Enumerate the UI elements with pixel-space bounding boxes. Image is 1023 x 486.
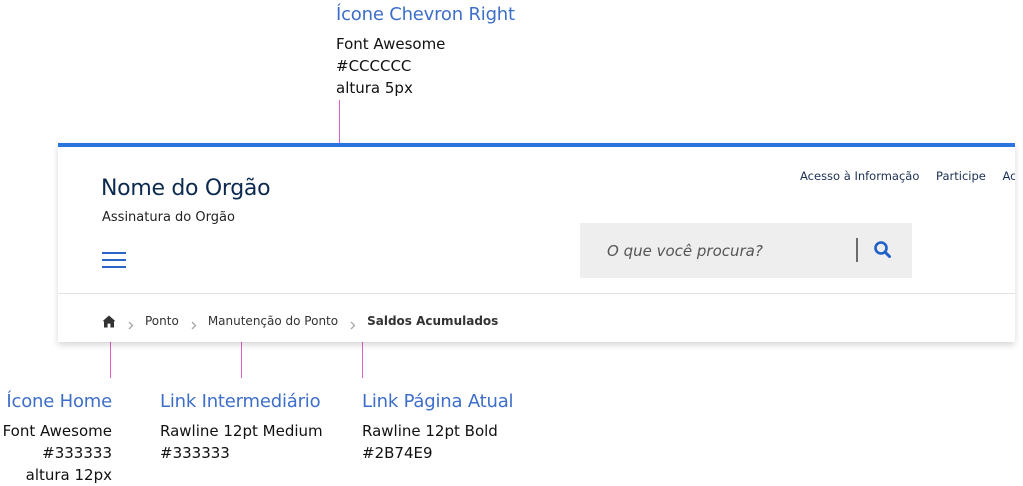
home-icon[interactable] — [102, 315, 116, 328]
annotation-line: #2B74E9 — [362, 444, 433, 462]
annotation-line: #333333 — [160, 444, 230, 462]
annotation-current-link: Link Página Atual Rawline 12pt Bold #2B7… — [362, 391, 514, 464]
annotation-line: Rawline 12pt Medium — [160, 422, 323, 440]
search-separator — [856, 238, 858, 262]
annotation-line: Font Awesome — [336, 35, 446, 53]
breadcrumb-current-page: Saldos Acumulados — [367, 314, 499, 328]
top-link-acesso[interactable]: Acesso à Informação — [800, 169, 919, 183]
org-signature: Assinatura do Orgão — [102, 210, 235, 225]
annotation-line: altura 5px — [336, 79, 413, 97]
annotation-line: Font Awesome — [2, 422, 112, 440]
annotation-line: #333333 — [42, 444, 112, 462]
header-divider — [58, 293, 1015, 294]
chevron-right-icon — [350, 317, 356, 329]
annotation-title: Link Página Atual — [362, 391, 514, 412]
annotation-home: Ícone Home Font Awesome #333333 altura 1… — [2, 391, 113, 486]
annotation-title: Ícone Home — [6, 391, 112, 412]
search-icon[interactable] — [870, 237, 896, 263]
annotation-chevron: Ícone Chevron Right Font Awesome #CCCCCC… — [336, 4, 515, 99]
annotation-line: #CCCCCC — [336, 57, 412, 75]
top-link-participe[interactable]: Participe — [936, 169, 986, 183]
top-link-ac[interactable]: Ac — [1003, 169, 1016, 183]
annotation-intermediate-link: Link Intermediário Rawline 12pt Medium #… — [160, 391, 323, 464]
chevron-right-icon — [128, 317, 134, 329]
search-box — [580, 223, 912, 278]
breadcrumb: Ponto Manutenção do Ponto Saldos Acumula… — [102, 312, 498, 330]
chevron-right-icon — [191, 317, 197, 329]
breadcrumb-link-ponto[interactable]: Ponto — [145, 314, 179, 328]
annotation-line: altura 12px — [25, 466, 112, 484]
annotation-line: Rawline 12pt Bold — [362, 422, 498, 440]
hamburger-menu-icon[interactable] — [102, 250, 126, 270]
top-links: Acesso à Informação Participe Ac — [800, 169, 1015, 183]
annotation-title: Ícone Chevron Right — [336, 4, 515, 25]
org-name[interactable]: Nome do Orgão — [101, 176, 271, 201]
search-input[interactable] — [580, 223, 855, 278]
site-header: Nome do Orgão Assinatura do Orgão Acesso… — [58, 143, 1015, 342]
breadcrumb-link-manutencao[interactable]: Manutenção do Ponto — [208, 314, 338, 328]
annotation-title: Link Intermediário — [160, 391, 321, 412]
